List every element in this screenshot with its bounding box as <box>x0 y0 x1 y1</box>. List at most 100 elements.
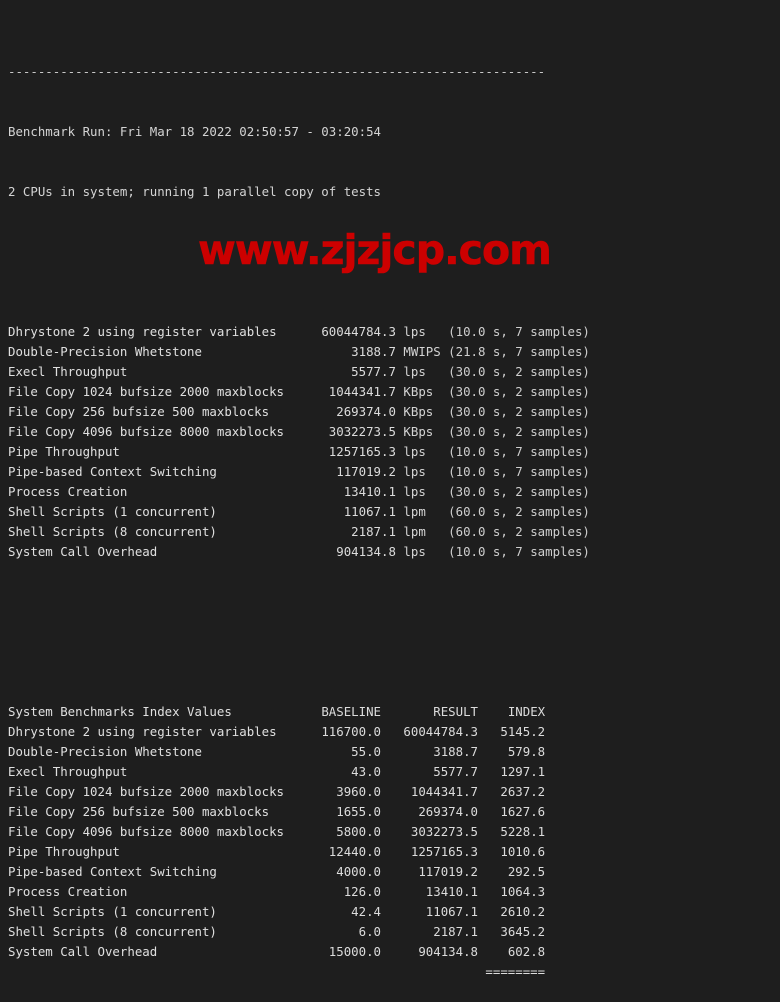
benchmark-value: 904134.8 <box>306 544 396 559</box>
benchmark-result-row: Double-Precision Whetstone 3188.7 MWIPS … <box>8 342 590 362</box>
index-row-index: 1064.3 <box>478 884 546 899</box>
top-divider: ----------------------------------------… <box>8 64 546 79</box>
index-row-name: Shell Scripts (8 concurrent) <box>8 924 307 939</box>
index-row-baseline: 6.0 <box>306 924 382 939</box>
benchmark-value: 60044784.3 <box>306 324 396 339</box>
index-row-baseline: 3960.0 <box>306 784 382 799</box>
benchmark-name: File Copy 1024 bufsize 2000 maxblocks <box>8 384 307 399</box>
index-row-baseline: 4000.0 <box>306 864 382 879</box>
benchmark-value: 269374.0 <box>306 404 396 419</box>
index-row-index: 1297.1 <box>478 764 546 779</box>
benchmark-unit: lpm <box>395 524 449 539</box>
index-row-baseline: 43.0 <box>306 764 382 779</box>
benchmark-sample-meta: (30.0 s, 2 samples) <box>448 384 590 399</box>
benchmark-value: 5577.7 <box>306 364 396 379</box>
benchmark-name: Process Creation <box>8 484 307 499</box>
benchmark-value: 2187.1 <box>306 524 396 539</box>
index-row-result: 3188.7 <box>381 744 478 759</box>
index-table-row: Pipe-based Context Switching 4000.0 1170… <box>8 862 590 882</box>
index-row-result: 269374.0 <box>381 804 478 819</box>
benchmark-result-row: Execl Throughput 5577.7 lps (30.0 s, 2 s… <box>8 362 590 382</box>
index-row-result: 904134.8 <box>381 944 478 959</box>
index-row-index: 292.5 <box>478 864 546 879</box>
index-row-index: 2637.2 <box>478 784 546 799</box>
benchmark-unit: lps <box>395 544 449 559</box>
benchmark-name: Shell Scripts (1 concurrent) <box>8 504 307 519</box>
column-header-baseline: BASELINE <box>306 704 382 719</box>
index-table-row: Shell Scripts (8 concurrent) 6.0 2187.1 … <box>8 922 590 942</box>
index-table-row: Pipe Throughput 12440.0 1257165.3 1010.6 <box>8 842 590 862</box>
benchmark-name: File Copy 256 bufsize 500 maxblocks <box>8 404 307 419</box>
benchmark-sample-meta: (30.0 s, 2 samples) <box>448 484 590 499</box>
benchmark-name: Double-Precision Whetstone <box>8 344 307 359</box>
index-table-row: Dhrystone 2 using register variables 116… <box>8 722 590 742</box>
index-row-name: File Copy 4096 bufsize 8000 maxblocks <box>8 824 307 839</box>
benchmark-unit: lpm <box>395 504 449 519</box>
benchmark-unit: KBps <box>395 404 449 419</box>
benchmark-result-row: File Copy 1024 bufsize 2000 maxblocks 10… <box>8 382 590 402</box>
index-row-name: File Copy 1024 bufsize 2000 maxblocks <box>8 784 307 799</box>
index-row-name: System Call Overhead <box>8 944 307 959</box>
index-table-row: File Copy 1024 bufsize 2000 maxblocks 39… <box>8 782 590 802</box>
index-row-index: 3645.2 <box>478 924 546 939</box>
benchmark-name: Dhrystone 2 using register variables <box>8 324 307 339</box>
benchmark-unit: lps <box>395 364 449 379</box>
index-row-result: 117019.2 <box>381 864 478 879</box>
index-row-index: 1627.6 <box>478 804 546 819</box>
index-row-index: 579.8 <box>478 744 546 759</box>
benchmark-sample-meta: (60.0 s, 2 samples) <box>448 504 590 519</box>
benchmark-sample-meta: (30.0 s, 2 samples) <box>448 424 590 439</box>
index-row-result: 11067.1 <box>381 904 478 919</box>
index-row-baseline: 12440.0 <box>306 844 382 859</box>
index-row-name: Process Creation <box>8 884 307 899</box>
index-table-row: File Copy 4096 bufsize 8000 maxblocks 58… <box>8 822 590 842</box>
index-row-baseline: 42.4 <box>306 904 382 919</box>
benchmark-sample-meta: (10.0 s, 7 samples) <box>448 544 590 559</box>
terminal-window: ----------------------------------------… <box>0 0 780 979</box>
index-values-section: System Benchmarks Index Values BASELINE … <box>8 702 590 1002</box>
index-table-row: System Call Overhead 15000.0 904134.8 60… <box>8 942 590 962</box>
benchmark-result-row: File Copy 4096 bufsize 8000 maxblocks 30… <box>8 422 590 442</box>
index-row-index: 5145.2 <box>478 724 546 739</box>
benchmark-result-row: Pipe-based Context Switching 117019.2 lp… <box>8 462 590 482</box>
benchmark-sample-meta: (10.0 s, 7 samples) <box>448 464 590 479</box>
benchmark-value: 117019.2 <box>306 464 396 479</box>
index-table-row: Execl Throughput 43.0 5577.7 1297.1 <box>8 762 590 782</box>
benchmark-sample-meta: (10.0 s, 7 samples) <box>448 324 590 339</box>
benchmark-value: 3188.7 <box>306 344 396 359</box>
benchmark-sample-meta: (60.0 s, 2 samples) <box>448 524 590 539</box>
index-table-row: Double-Precision Whetstone 55.0 3188.7 5… <box>8 742 590 762</box>
index-table-header-row: System Benchmarks Index Values BASELINE … <box>8 702 590 722</box>
benchmark-sample-meta: (10.0 s, 7 samples) <box>448 444 590 459</box>
benchmark-result-row: Shell Scripts (8 concurrent) 2187.1 lpm … <box>8 522 590 542</box>
index-row-result: 1257165.3 <box>381 844 478 859</box>
index-row-result: 1044341.7 <box>381 784 478 799</box>
index-row-result: 3032273.5 <box>381 824 478 839</box>
benchmark-unit: lps <box>395 484 449 499</box>
benchmark-value: 3032273.5 <box>306 424 396 439</box>
benchmark-result-row: Process Creation 13410.1 lps (30.0 s, 2 … <box>8 482 590 502</box>
index-table-row: Shell Scripts (1 concurrent) 42.4 11067.… <box>8 902 590 922</box>
benchmark-sample-meta: (30.0 s, 2 samples) <box>448 404 590 419</box>
cpu-info-line: 2 CPUs in system; running 1 parallel cop… <box>8 184 381 199</box>
benchmark-name: Execl Throughput <box>8 364 307 379</box>
benchmark-result-row: Dhrystone 2 using register variables 600… <box>8 322 590 342</box>
index-row-baseline: 5800.0 <box>306 824 382 839</box>
benchmark-unit: lps <box>395 464 449 479</box>
index-row-baseline: 126.0 <box>306 884 382 899</box>
index-row-name: File Copy 256 bufsize 500 maxblocks <box>8 804 307 819</box>
benchmark-name: Pipe Throughput <box>8 444 307 459</box>
index-row-result: 13410.1 <box>381 884 478 899</box>
benchmark-result-row: System Call Overhead 904134.8 lps (10.0 … <box>8 542 590 562</box>
column-header-index: INDEX <box>478 704 546 719</box>
index-row-baseline: 1655.0 <box>306 804 382 819</box>
index-row-name: Pipe-based Context Switching <box>8 864 307 879</box>
index-table-title: System Benchmarks Index Values <box>8 704 307 719</box>
raw-results-section: Dhrystone 2 using register variables 600… <box>8 322 590 562</box>
index-row-name: Dhrystone 2 using register variables <box>8 724 307 739</box>
index-table-row: File Copy 256 bufsize 500 maxblocks 1655… <box>8 802 590 822</box>
index-row-baseline: 55.0 <box>306 744 382 759</box>
benchmark-unit: MWIPS <box>395 344 449 359</box>
